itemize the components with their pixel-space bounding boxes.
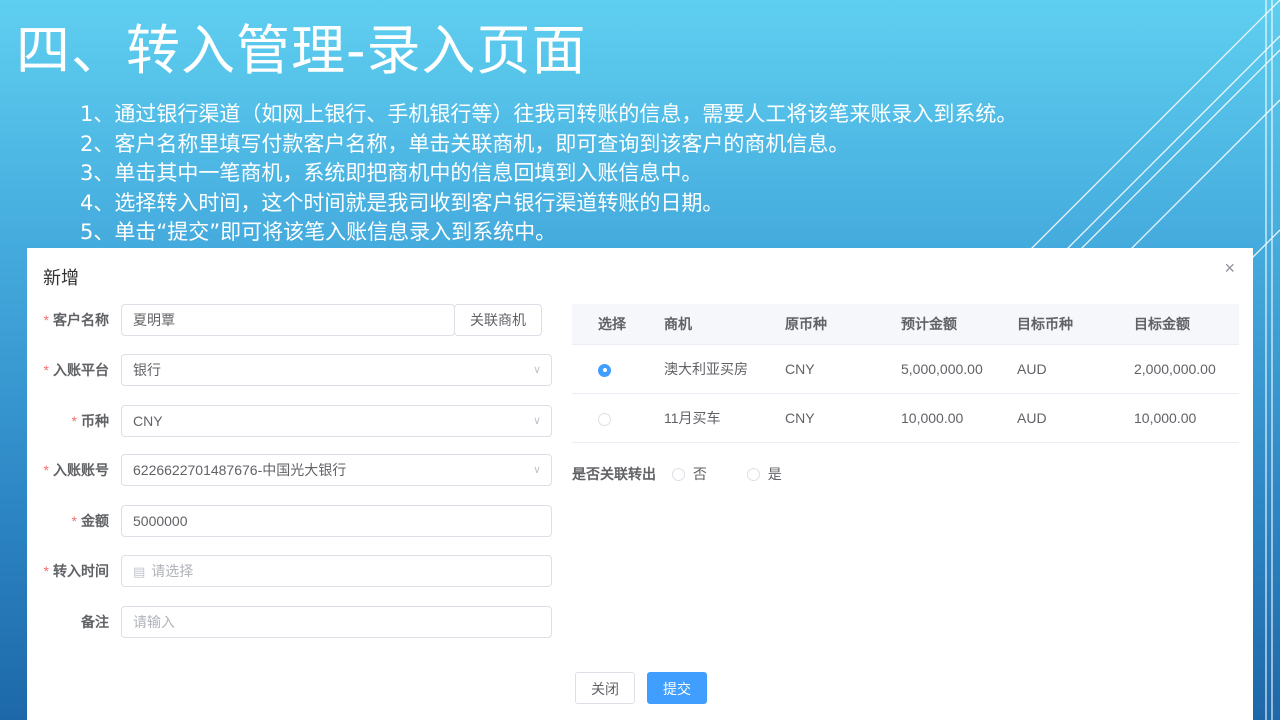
src-currency-cell: CNY <box>785 344 901 394</box>
required-mark: * <box>43 312 49 328</box>
form-row-currency: * 币种 CNY ∨ <box>27 405 552 437</box>
remark-input[interactable] <box>133 614 531 630</box>
opportunity-table: 选择 商机 原币种 预计金额 目标币种 目标金额 澳大利亚买房 CNY 5,00… <box>572 304 1239 443</box>
remark-field[interactable] <box>121 606 552 638</box>
target-currency-cell: AUD <box>1017 393 1134 443</box>
target-amount-cell: 10,000.00 <box>1134 393 1239 443</box>
required-mark: * <box>43 362 49 378</box>
table-row[interactable]: 澳大利亚买房 CNY 5,000,000.00 AUD 2,000,000.00 <box>572 344 1239 394</box>
calendar-icon: ▤ <box>133 564 146 579</box>
dialog-title: 新增 <box>43 268 79 288</box>
expected-amount-cell: 5,000,000.00 <box>901 344 1017 394</box>
form-label-remark: 备注 <box>81 614 109 630</box>
radio-no[interactable] <box>671 467 685 481</box>
table-row[interactable]: 11月买车 CNY 10,000.00 AUD 10,000.00 <box>572 393 1239 443</box>
currency-select[interactable]: CNY ∨ <box>121 405 552 437</box>
column-header: 目标币种 <box>1017 304 1134 345</box>
add-dialog: 新增 × * 客户名称 夏明覃 关联商机 * 入账平台 银行 ∨ * 币种 CNY ∨ *… <box>27 248 1253 720</box>
required-mark: * <box>43 563 49 579</box>
instruction-item: 4、选择转入时间，这个时间就是我司收到客户银行渠道转账的日期。 <box>80 190 724 215</box>
form-row-platform: * 入账平台 银行 ∨ <box>27 354 552 386</box>
column-header: 目标金额 <box>1134 304 1239 345</box>
submit-button[interactable]: 提交 <box>647 672 707 704</box>
instruction-item: 2、客户名称里填写付款客户名称，单击关联商机，即可查询到该客户的商机信息。 <box>80 131 850 156</box>
link-transfer-option-yes[interactable]: 是 <box>746 466 782 482</box>
form-row-amount: * 金额 5000000 <box>27 505 552 537</box>
instruction-item: 1、通过银行渠道（如网上银行、手机银行等）往我司转账的信息，需要人工将该笔来账录… <box>80 102 1018 126</box>
row-select-cell <box>572 393 664 443</box>
form-row-remark: 备注 <box>27 606 552 638</box>
target-currency-cell: AUD <box>1017 344 1134 394</box>
required-mark: * <box>71 513 77 529</box>
form-label-account: * 入账账号 <box>43 462 109 478</box>
link-transfer-label: 是否关联转出 <box>572 466 656 482</box>
chevron-down-icon: ∨ <box>532 464 541 476</box>
slide-title: 四、转入管理-录入页面 <box>16 19 587 82</box>
form-label-platform: * 入账平台 <box>43 362 109 378</box>
expected-amount-cell: 10,000.00 <box>901 393 1017 443</box>
form-label-customer: * 客户名称 <box>43 312 109 328</box>
instruction-item: 5、单击“提交”即可将该笔入账信息录入到系统中。 <box>80 220 557 244</box>
platform-select[interactable]: 银行 ∨ <box>121 354 552 386</box>
form-row-customer: * 客户名称 夏明覃 关联商机 <box>27 304 547 336</box>
form-label-time: * 转入时间 <box>43 563 109 579</box>
instruction-list: 1、通过银行渠道（如网上银行、手机银行等）往我司转账的信息，需要人工将该笔来账录… <box>80 100 1017 248</box>
link-transfer-option-no[interactable]: 否 <box>671 466 707 482</box>
opportunity-cell: 11月买车 <box>664 393 785 443</box>
row-radio[interactable] <box>598 412 611 426</box>
opportunity-cell: 澳大利亚买房 <box>664 344 785 394</box>
amount-input[interactable]: 5000000 <box>121 505 552 537</box>
radio-yes[interactable] <box>746 467 760 481</box>
src-currency-cell: CNY <box>785 393 901 443</box>
chevron-down-icon: ∨ <box>532 364 541 376</box>
column-header: 选择 <box>572 304 664 345</box>
close-button[interactable]: 关闭 <box>575 672 635 704</box>
account-select[interactable]: 6226622701487676-中国光大银行 ∨ <box>121 454 552 486</box>
transfer-time-picker[interactable]: ▤ <box>121 555 552 587</box>
form-row-account: * 入账账号 6226622701487676-中国光大银行 ∨ <box>27 454 552 486</box>
instruction-item: 3、单击其中一笔商机，系统即把商机中的信息回填到入账信息中。 <box>80 161 703 185</box>
column-header: 原币种 <box>785 304 901 345</box>
link-transfer-row: 是否关联转出 否 是 <box>572 464 818 484</box>
column-header: 预计金额 <box>901 304 1017 345</box>
target-amount-cell: 2,000,000.00 <box>1134 344 1239 394</box>
form-label-currency: * 币种 <box>71 413 109 429</box>
form-label-amount: * 金额 <box>71 513 109 529</box>
chevron-down-icon: ∨ <box>532 415 541 427</box>
row-select-cell <box>572 344 664 394</box>
row-radio-selected[interactable] <box>598 363 611 377</box>
required-mark: * <box>71 413 77 429</box>
transfer-time-input[interactable] <box>151 563 549 579</box>
form-row-time: * 转入时间 ▤ <box>27 555 552 587</box>
column-header: 商机 <box>664 304 785 345</box>
customer-name-input[interactable]: 夏明覃 <box>121 304 455 336</box>
close-icon[interactable]: × <box>1224 258 1235 279</box>
table-header-row: 选择 商机 原币种 预计金额 目标币种 目标金额 <box>572 304 1239 345</box>
required-mark: * <box>43 462 49 478</box>
link-opportunity-button[interactable]: 关联商机 <box>454 304 542 336</box>
